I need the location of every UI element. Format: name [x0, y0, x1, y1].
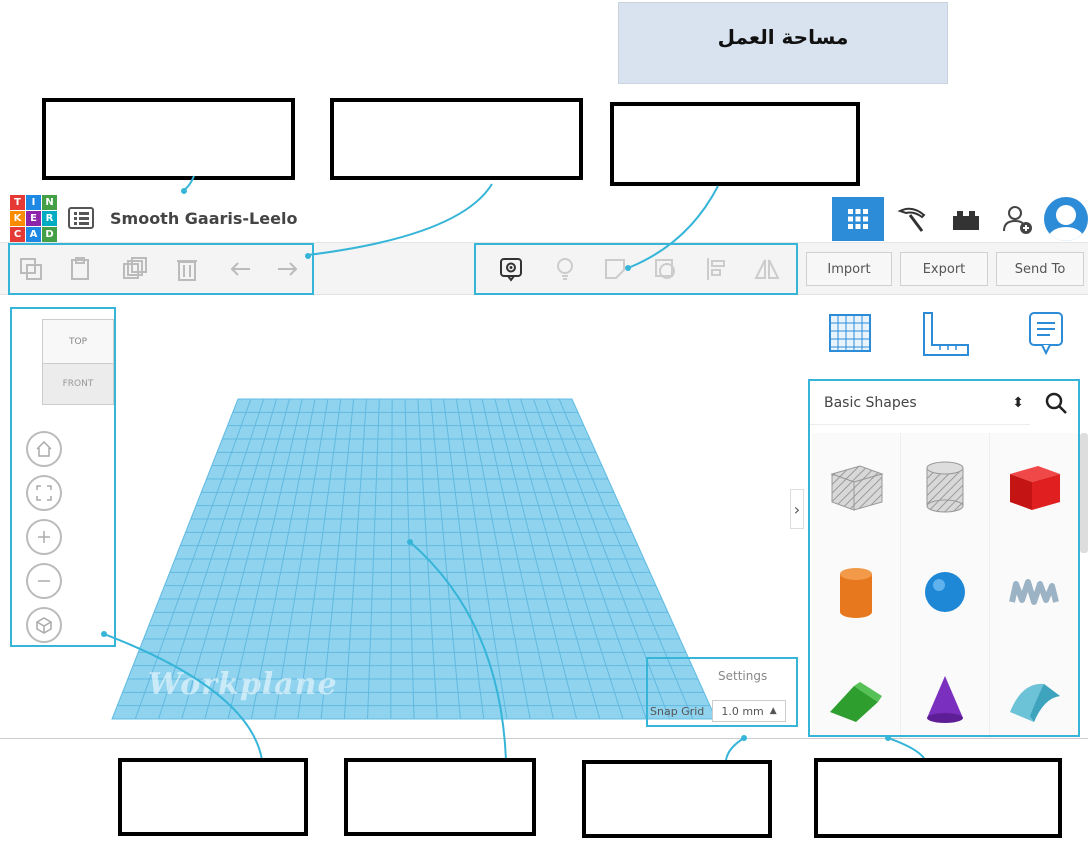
collapse-panel-button[interactable]: ›: [790, 489, 804, 529]
logo-letter: N: [42, 195, 57, 210]
edit-tools-highlight: [8, 243, 314, 295]
answer-box-1[interactable]: [42, 98, 295, 180]
grid-icon: [848, 209, 868, 229]
shapes-panel-highlight: [808, 379, 1080, 737]
add-user-icon: [1003, 206, 1032, 234]
send-to-button[interactable]: Send To: [996, 252, 1084, 286]
avatar[interactable]: [1044, 197, 1088, 241]
ruler-icon: [923, 312, 969, 356]
import-button[interactable]: Import: [806, 252, 892, 286]
logo-letter: A: [26, 227, 41, 242]
logo-letter: D: [42, 227, 57, 242]
export-button[interactable]: Export: [900, 252, 988, 286]
edit-toolbar: [0, 243, 800, 295]
logo-letter: C: [10, 227, 25, 242]
answer-box-2[interactable]: [330, 98, 583, 180]
avatar-body: [1048, 227, 1084, 241]
design-list-icon[interactable]: [68, 207, 94, 229]
tinkercad-window: T I N K E R C A D Smooth Gaaris-Leelo Im…: [0, 193, 1088, 739]
logo-letter: E: [26, 211, 41, 226]
note-icon: [1029, 312, 1063, 356]
workspace-title-label: مساحة العمل: [618, 2, 948, 84]
view-controls-highlight: [10, 307, 116, 647]
minecraft-tab[interactable]: [890, 197, 934, 241]
logo-letter: T: [10, 195, 25, 210]
pickaxe-icon: [897, 207, 926, 232]
grid-view-button[interactable]: [826, 311, 876, 355]
avatar-head: [1056, 205, 1076, 225]
top-bar: T I N K E R C A D Smooth Gaaris-Leelo: [0, 193, 1088, 243]
3d-workspace[interactable]: Workplane TOP FRONT Settings Snap Grid 1…: [0, 295, 804, 738]
answer-box-4[interactable]: [118, 758, 308, 836]
shape-tools-highlight: [474, 243, 798, 295]
grid-tile-icon: [829, 314, 871, 352]
panel-scrollbar[interactable]: [1080, 433, 1088, 553]
notes-panel-button[interactable]: [1026, 309, 1066, 361]
tinkercad-logo[interactable]: T I N K E R C A D: [10, 195, 58, 243]
import-export-bar: Import Export Send To: [800, 243, 1088, 295]
lego-tab[interactable]: [944, 197, 988, 241]
workplane-label: Workplane: [148, 667, 338, 702]
ruler-button[interactable]: [916, 309, 972, 359]
brick-icon: [953, 211, 979, 230]
snap-grid-highlight: [646, 657, 798, 727]
logo-letter: I: [26, 195, 41, 210]
3d-design-tab[interactable]: [832, 197, 884, 241]
answer-box-3[interactable]: [610, 102, 860, 186]
logo-letter: K: [10, 211, 25, 226]
logo-letter: R: [42, 211, 57, 226]
answer-box-6[interactable]: [582, 760, 772, 838]
answer-box-5[interactable]: [344, 758, 536, 836]
add-user-button[interactable]: [996, 197, 1040, 241]
design-title[interactable]: Smooth Gaaris-Leelo: [110, 209, 297, 228]
answer-box-7[interactable]: [814, 758, 1062, 838]
